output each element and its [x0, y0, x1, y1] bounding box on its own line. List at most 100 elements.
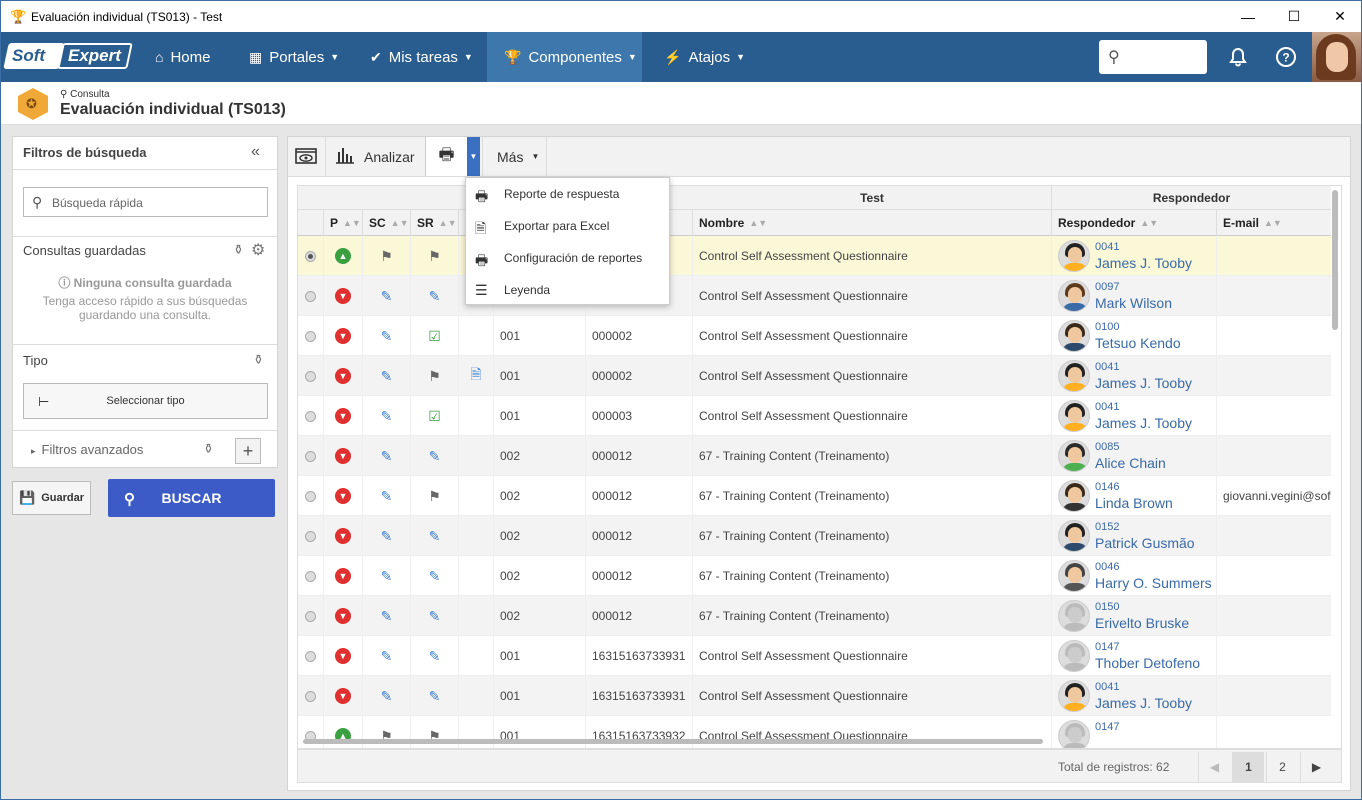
row-select[interactable]: [298, 436, 324, 476]
respondent-name[interactable]: James J. Tooby: [1095, 375, 1192, 391]
row-select[interactable]: [298, 356, 324, 396]
respondent-name[interactable]: Erivelto Bruske: [1095, 615, 1189, 631]
gear-icon[interactable]: ⚙: [251, 240, 265, 260]
broom-icon[interactable]: ⚱: [203, 441, 214, 457]
softexpert-logo[interactable]: Soft Expert: [3, 43, 133, 69]
row-radio[interactable]: [305, 290, 316, 302]
maximize-button[interactable]: ☐: [1271, 1, 1317, 32]
close-button[interactable]: ✕: [1317, 1, 1361, 32]
row-select[interactable]: [298, 516, 324, 556]
col-respondedor[interactable]: Respondedor ▲▼: [1052, 210, 1217, 236]
respondent-name[interactable]: Alice Chain: [1095, 455, 1166, 471]
nav-mis-tareas[interactable]: ✔ Mis tareas ▼: [358, 32, 485, 82]
respondent-name[interactable]: Mark Wilson: [1095, 295, 1172, 311]
row-select[interactable]: [298, 276, 324, 316]
respondent-name[interactable]: Thober Detofeno: [1095, 655, 1200, 671]
next-page-button[interactable]: ▶: [1300, 752, 1332, 782]
col-sc[interactable]: SC ▲▼: [363, 210, 411, 236]
row-select[interactable]: [298, 676, 324, 716]
row-radio[interactable]: [305, 330, 316, 342]
vertical-scrollbar[interactable]: [1332, 190, 1338, 330]
broom-icon[interactable]: ⚱: [253, 352, 264, 368]
row-select[interactable]: [298, 316, 324, 356]
row-radio[interactable]: [305, 410, 316, 422]
analyze-button[interactable]: Analizar: [335, 137, 415, 176]
respondent-name[interactable]: James J. Tooby: [1095, 695, 1192, 711]
row-select[interactable]: [298, 636, 324, 676]
col-p[interactable]: P ▲▼: [324, 210, 363, 236]
broom-icon[interactable]: ⚱: [233, 242, 244, 258]
row-radio[interactable]: [305, 610, 316, 622]
page-2-button[interactable]: 2: [1266, 752, 1298, 782]
table-row[interactable]: ▼ ✎ ✎ 002 000012 67 - Training Content (Trein…: [298, 596, 1331, 636]
search-button[interactable]: ⚲ BUSCAR: [108, 479, 275, 517]
table-row[interactable]: ▼ ✎ ✎ 002 000012 67 - Training Content (Trein…: [298, 436, 1331, 476]
row-radio[interactable]: [305, 450, 316, 462]
table-row[interactable]: ▼ ✎ ✎ 001 16315163733931 Control Self Assessm…: [298, 636, 1331, 676]
grid-header: P ▲▼ SC ▲▼ SR ▲▼ Nombre ▲▼ Respondedor ▲▼ E-m…: [298, 210, 1331, 236]
horizontal-scrollbar[interactable]: [303, 739, 1043, 744]
row-select[interactable]: [298, 236, 324, 276]
evaluation-icon: ✪: [18, 88, 48, 120]
view-button[interactable]: [295, 137, 317, 176]
row-test-name: Control Self Assessment Questionnaire: [693, 356, 1052, 396]
table-row[interactable]: ▼ ✎ ⚑ 🗎 001 000002 Control Self Assessment Que…: [298, 356, 1331, 396]
minimize-button[interactable]: —: [1225, 1, 1271, 32]
table-row[interactable]: ▼ ✎ ☑ 001 000003 Control Self Assessment Ques…: [298, 396, 1331, 436]
select-type-button[interactable]: ⊢ Seleccionar tipo: [23, 383, 268, 419]
respondent-name[interactable]: James J. Tooby: [1095, 415, 1192, 431]
respondent-name[interactable]: Harry O. Summers: [1095, 575, 1212, 591]
table-row[interactable]: ▼ ✎ ✎ 002 000012 67 - Training Content (Trein…: [298, 556, 1331, 596]
table-row[interactable]: ▼ ✎ ⚑ 002 000012 67 - Training Content (Trein…: [298, 476, 1331, 516]
table-row[interactable]: ▼ ✎ ✎ Control Self Assessment Questionnaire…: [298, 276, 1331, 316]
user-avatar[interactable]: [1312, 32, 1361, 82]
col-sr[interactable]: SR ▲▼: [411, 210, 459, 236]
more-button[interactable]: Más ▼: [497, 137, 539, 176]
respondent-name[interactable]: Tetsuo Kendo: [1095, 335, 1181, 351]
menu-legend[interactable]: ☰ Leyenda: [466, 274, 669, 306]
table-row[interactable]: ▲ ⚑ ⚑ Control Self Assessment Questionnaire…: [298, 236, 1331, 276]
nav-portales[interactable]: ▦ Portales ▼: [237, 32, 351, 82]
menu-export-excel[interactable]: 🗎 Exportar para Excel: [466, 210, 669, 242]
nav-atajos[interactable]: ⚡ Atajos ▼: [652, 32, 757, 82]
table-row[interactable]: ▼ ✎ ✎ 002 000012 67 - Training Content (Trein…: [298, 516, 1331, 556]
nav-componentes[interactable]: 🏆 Componentes ▼: [487, 32, 642, 82]
row-select[interactable]: [298, 556, 324, 596]
row-select[interactable]: [298, 596, 324, 636]
row-select[interactable]: [298, 396, 324, 436]
row-radio[interactable]: [305, 370, 316, 382]
collapse-icon[interactable]: «: [251, 143, 260, 161]
print-button[interactable]: 🖶: [425, 137, 467, 176]
add-filter-button[interactable]: +: [235, 438, 261, 464]
bell-icon[interactable]: [1225, 44, 1251, 70]
col-nombre[interactable]: Nombre ▲▼: [693, 210, 1052, 236]
quick-search-input[interactable]: ⚲ Búsqueda rápida: [23, 187, 268, 217]
respondent-name[interactable]: Patrick Gusmão: [1095, 535, 1195, 551]
flag-icon: ⚑: [380, 247, 393, 264]
menu-report-settings[interactable]: 🖶 Configuración de reportes: [466, 242, 669, 274]
row-radio[interactable]: [305, 530, 316, 542]
flag-icon: ⚑: [428, 247, 441, 264]
table-row[interactable]: ▼ ✎ ✎ 001 16315163733931 Control Self Assessm…: [298, 676, 1331, 716]
row-radio[interactable]: [305, 250, 316, 262]
advanced-filters-toggle[interactable]: ▸ Filtros avanzados: [31, 442, 143, 457]
table-row[interactable]: ▲ ⚑ ⚑ 001 16315163733932 Control Self Assessm…: [298, 716, 1331, 748]
row-radio[interactable]: [305, 490, 316, 502]
nav-home[interactable]: ⌂ Home: [143, 32, 222, 82]
row-radio[interactable]: [305, 690, 316, 702]
respondent-name[interactable]: Linda Brown: [1095, 495, 1173, 511]
row-select[interactable]: [298, 716, 324, 748]
respondent-name[interactable]: James J. Tooby: [1095, 255, 1192, 271]
print-dropdown-toggle[interactable]: ▼: [467, 137, 480, 176]
menu-response-report[interactable]: 🖶 Reporte de respuesta: [466, 178, 669, 210]
table-row[interactable]: ▼ ✎ ☑ 001 000002 Control Self Assessment Ques…: [298, 316, 1331, 356]
save-query-button[interactable]: 💾 Guardar: [12, 481, 91, 515]
global-search-input[interactable]: ⚲: [1099, 40, 1207, 74]
help-icon[interactable]: ?: [1273, 44, 1299, 70]
page-1-button[interactable]: 1: [1232, 752, 1264, 782]
row-radio[interactable]: [305, 570, 316, 582]
row-radio[interactable]: [305, 650, 316, 662]
row-select[interactable]: [298, 476, 324, 516]
prev-page-button[interactable]: ◀: [1198, 752, 1230, 782]
col-email[interactable]: E-mail ▲▼: [1217, 210, 1331, 236]
